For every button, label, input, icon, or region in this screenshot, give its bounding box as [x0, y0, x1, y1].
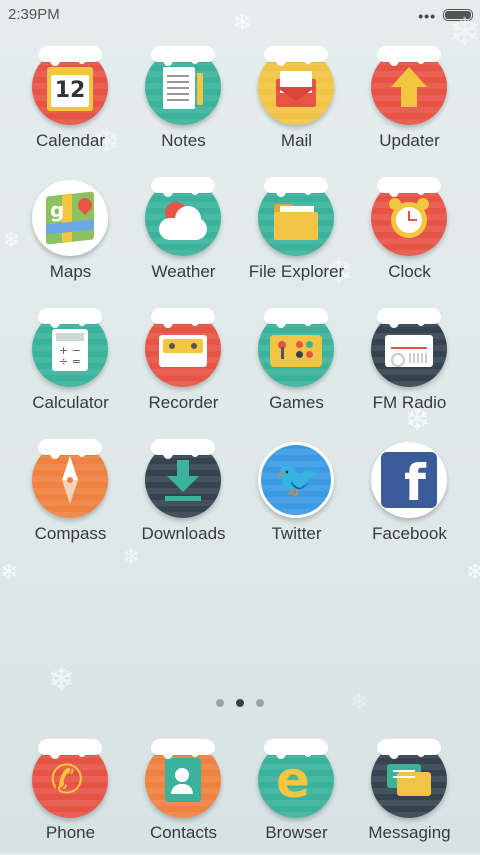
- app-mail[interactable]: Mail: [240, 44, 353, 162]
- google-maps-icon: g: [32, 180, 108, 256]
- snow-cap-decoration: [377, 739, 441, 759]
- app-label: Recorder: [148, 393, 219, 412]
- app-maps[interactable]: g Maps: [14, 175, 127, 293]
- snow-cap-decoration: [38, 739, 102, 759]
- snow-cap-decoration: [377, 46, 441, 66]
- snow-cap-decoration: [38, 308, 102, 328]
- app-label: Notes: [161, 131, 206, 150]
- facebook-icon: f: [371, 442, 447, 518]
- app-label: Downloads: [141, 524, 226, 543]
- page-dot-active[interactable]: [236, 699, 244, 707]
- app-fm-radio[interactable]: FM Radio: [353, 306, 466, 424]
- twitter-bird-icon: 🐦: [258, 442, 334, 518]
- snowflake-decoration-icon: ❄: [48, 660, 75, 698]
- app-compass[interactable]: Compass: [14, 437, 127, 555]
- snow-cap-decoration: [377, 177, 441, 197]
- snowflake-decoration-icon: ❄: [232, 8, 253, 36]
- app-label: File Explorer: [248, 262, 345, 281]
- app-label: Clock: [388, 262, 431, 281]
- app-label: Facebook: [372, 524, 447, 543]
- app-label: Weather: [151, 262, 216, 281]
- app-label: Calculator: [32, 393, 109, 412]
- snow-cap-decoration: [151, 308, 215, 328]
- snow-cap-decoration: [377, 308, 441, 328]
- app-label: Compass: [34, 524, 107, 543]
- dock-app-messaging[interactable]: Messaging: [353, 737, 466, 855]
- calendar-date: 12: [54, 78, 86, 103]
- page-indicator[interactable]: [216, 699, 266, 709]
- status-time: 2:39PM: [8, 6, 60, 23]
- app-calculator[interactable]: + − ÷ = Calculator: [14, 306, 127, 424]
- app-label: Updater: [379, 131, 440, 150]
- app-notes[interactable]: Notes: [127, 44, 240, 162]
- app-label: Twitter: [271, 524, 322, 543]
- app-weather[interactable]: Weather: [127, 175, 240, 293]
- app-downloads[interactable]: Downloads: [127, 437, 240, 555]
- notification-overflow-icon: •••: [418, 8, 436, 24]
- snow-cap-decoration: [151, 439, 215, 459]
- app-label: Phone: [45, 823, 96, 842]
- snow-cap-decoration: [264, 308, 328, 328]
- app-label: FM Radio: [372, 393, 447, 412]
- snow-cap-decoration: [264, 177, 328, 197]
- snowflake-decoration-icon: ❄: [466, 560, 480, 585]
- app-file-explorer[interactable]: File Explorer: [240, 175, 353, 293]
- app-label: Calendar: [36, 131, 105, 150]
- app-twitter[interactable]: 🐦 Twitter: [240, 437, 353, 555]
- app-facebook[interactable]: f Facebook: [353, 437, 466, 555]
- snowflake-decoration-icon: ❄: [350, 690, 369, 715]
- snow-cap-decoration: [38, 46, 102, 66]
- app-clock[interactable]: Clock: [353, 175, 466, 293]
- page-dot[interactable]: [216, 699, 224, 707]
- app-calendar[interactable]: 12 Calendar: [14, 44, 127, 162]
- snow-cap-decoration: [38, 439, 102, 459]
- app-label: Games: [269, 393, 324, 412]
- app-games[interactable]: Games: [240, 306, 353, 424]
- snow-cap-decoration: [151, 177, 215, 197]
- dock-app-phone[interactable]: ✆ Phone: [14, 737, 127, 855]
- snow-cap-decoration: [151, 739, 215, 759]
- app-label: Contacts: [149, 823, 218, 842]
- app-label: Browser: [265, 823, 328, 842]
- app-label: Maps: [49, 262, 92, 281]
- snow-cap-decoration: [151, 46, 215, 66]
- app-label: Messaging: [368, 823, 451, 842]
- snow-cap-decoration: [264, 46, 328, 66]
- app-recorder[interactable]: Recorder: [127, 306, 240, 424]
- page-dot[interactable]: [256, 699, 264, 707]
- dock-app-browser[interactable]: e Browser: [240, 737, 353, 855]
- snowflake-decoration-icon: ❄: [0, 560, 19, 585]
- app-updater[interactable]: Updater: [353, 44, 466, 162]
- snow-cap-decoration: [264, 739, 328, 759]
- dock-app-contacts[interactable]: Contacts: [127, 737, 240, 855]
- app-label: Mail: [280, 131, 313, 150]
